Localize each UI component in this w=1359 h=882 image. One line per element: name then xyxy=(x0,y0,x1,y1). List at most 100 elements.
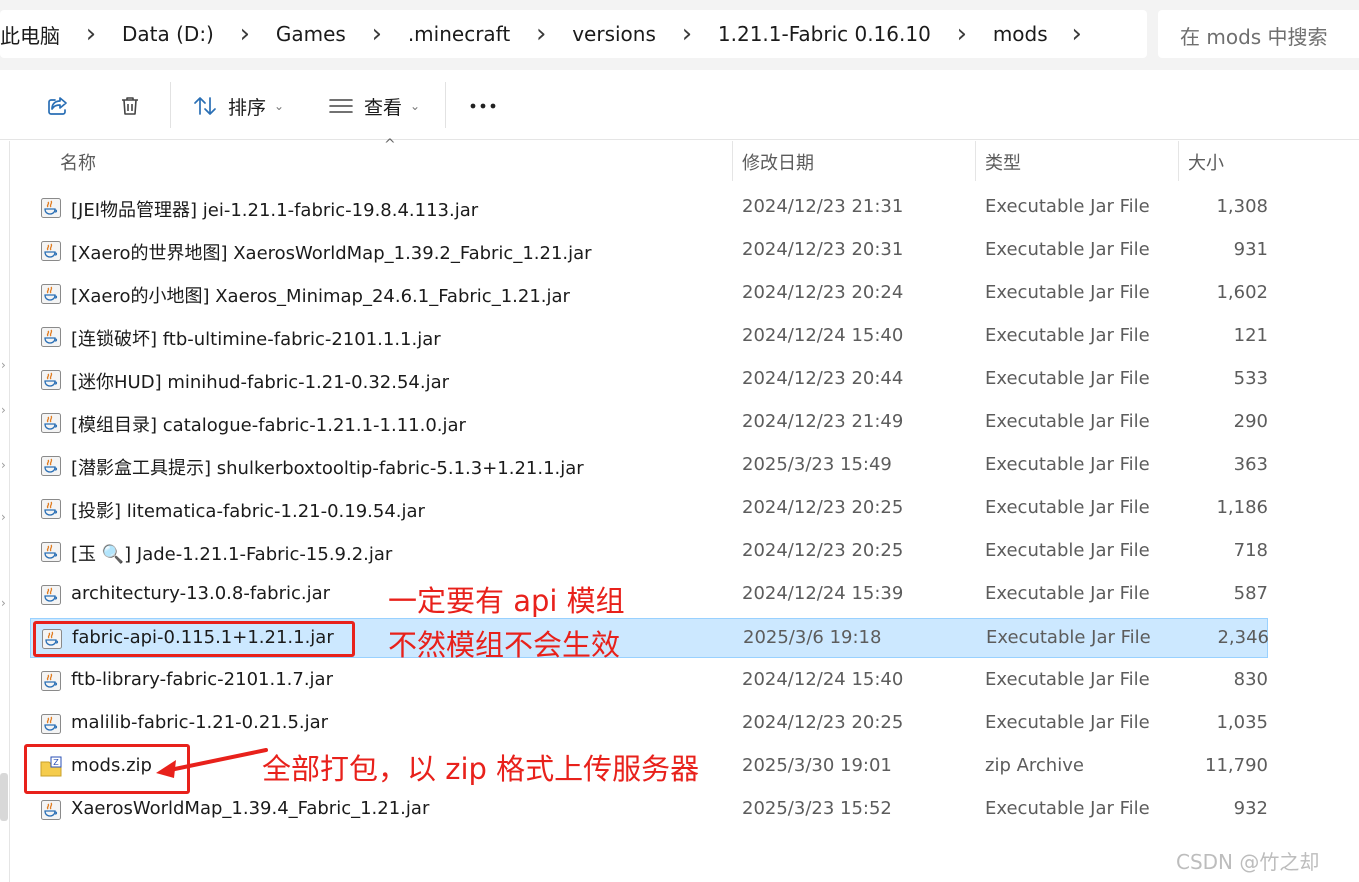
file-date: 2025/3/23 15:49 xyxy=(742,454,892,475)
column-header-name[interactable]: 名称 xyxy=(60,149,96,175)
jar-file-icon xyxy=(40,541,62,563)
file-name: [迷你HUD] minihud-fabric-1.21-0.32.54.jar xyxy=(71,372,450,393)
view-icon xyxy=(329,99,353,113)
column-divider[interactable] xyxy=(732,141,733,181)
file-type: Executable Jar File xyxy=(985,368,1150,389)
file-type: Executable Jar File xyxy=(985,669,1150,690)
file-row[interactable]: [Xaero的世界地图] XaerosWorldMap_1.39.2_Fabri… xyxy=(30,231,1268,271)
file-row[interactable]: [玉 🔍] Jade-1.21.1-Fabric-15.9.2.jar 2024/… xyxy=(30,532,1268,572)
arrow-icon xyxy=(156,748,268,778)
pane-marker: › xyxy=(1,358,6,372)
file-size: 533 xyxy=(1233,368,1268,389)
jar-file-icon xyxy=(40,799,62,821)
jar-file-icon xyxy=(40,670,62,692)
file-size: 2,346 xyxy=(1217,627,1269,648)
delete-button[interactable] xyxy=(110,86,150,126)
file-type: Executable Jar File xyxy=(985,196,1150,217)
jar-file-icon xyxy=(40,498,62,520)
file-name: [投影] litematica-fabric-1.21-0.19.54.jar xyxy=(71,501,425,522)
navigation-bar: 此电脑 › Data (D:) › Games › .minecraft › versions ›… xyxy=(0,0,1359,70)
share-button[interactable] xyxy=(38,86,78,126)
chevron-down-icon: ⌄ xyxy=(274,99,285,113)
file-size: 363 xyxy=(1233,454,1268,475)
file-name: [模组目录] catalogue-fabric-1.21.1-1.11.0.ja… xyxy=(71,415,466,436)
file-size: 931 xyxy=(1233,239,1268,260)
file-size: 121 xyxy=(1233,325,1268,346)
file-row[interactable]: [Xaero的小地图] Xaeros_Minimap_24.6.1_Fabric… xyxy=(30,274,1268,314)
sort-icon xyxy=(194,97,216,115)
file-size: 1,602 xyxy=(1216,282,1268,303)
breadcrumb-item[interactable]: mods xyxy=(993,22,1048,46)
sort-button[interactable]: 排序 ⌄ xyxy=(192,86,302,126)
file-name: ftb-library-fabric-2101.1.7.jar xyxy=(71,669,333,690)
chevron-right-icon[interactable]: › xyxy=(1048,19,1106,49)
jar-file-icon xyxy=(40,240,62,262)
file-name: [Xaero的小地图] Xaeros_Minimap_24.6.1_Fabric… xyxy=(71,286,570,307)
toolbar-divider xyxy=(445,82,446,128)
file-type: Executable Jar File xyxy=(985,583,1150,604)
file-date: 2024/12/23 20:31 xyxy=(742,239,904,260)
column-header-date[interactable]: 修改日期 xyxy=(742,149,814,175)
chevron-right-icon[interactable]: › xyxy=(214,19,276,49)
file-size: 1,035 xyxy=(1216,712,1268,733)
file-type: Executable Jar File xyxy=(985,282,1150,303)
jar-file-icon xyxy=(40,455,62,477)
file-row[interactable]: XaerosWorldMap_1.39.4_Fabric_1.21.jar 202… xyxy=(30,790,1268,830)
file-date: 2024/12/24 15:40 xyxy=(742,325,904,346)
jar-file-icon xyxy=(40,584,62,606)
file-date: 2024/12/24 15:39 xyxy=(742,583,904,604)
chevron-right-icon[interactable]: › xyxy=(510,19,572,49)
chevron-down-icon: ⌄ xyxy=(410,99,421,113)
file-date: 2024/12/23 20:44 xyxy=(742,368,904,389)
file-row[interactable]: [迷你HUD] minihud-fabric-1.21-0.32.54.jar 2… xyxy=(30,360,1268,400)
file-type: Executable Jar File xyxy=(985,239,1150,260)
file-date: 2024/12/23 21:49 xyxy=(742,411,904,432)
column-header-size[interactable]: 大小 xyxy=(1188,149,1224,175)
file-date: 2025/3/30 19:01 xyxy=(742,755,892,776)
file-row[interactable]: [JEI物品管理器] jei-1.21.1-fabric-19.8.4.113.… xyxy=(30,188,1268,228)
file-date: 2024/12/24 15:40 xyxy=(742,669,904,690)
view-button[interactable]: 查看 ⌄ xyxy=(328,86,438,126)
file-row[interactable]: ftb-library-fabric-2101.1.7.jar 2024/12/2… xyxy=(30,661,1268,701)
file-type: Executable Jar File xyxy=(985,712,1150,733)
file-row[interactable]: malilib-fabric-1.21-0.21.5.jar 2024/12/23… xyxy=(30,704,1268,744)
file-date: 2024/12/23 20:25 xyxy=(742,712,904,733)
file-type: zip Archive xyxy=(985,755,1084,776)
column-divider[interactable] xyxy=(975,141,976,181)
trash-icon xyxy=(122,97,138,115)
file-row[interactable]: [潜影盒工具提示] shulkerboxtooltip-fabric-5.1.3… xyxy=(30,446,1268,486)
chevron-right-icon[interactable]: › xyxy=(346,19,408,49)
file-row[interactable]: [连锁破坏] ftb-ultimine-fabric-2101.1.1.jar 2… xyxy=(30,317,1268,357)
breadcrumb-item[interactable]: 1.21.1-Fabric 0.16.10 xyxy=(718,22,931,46)
breadcrumb[interactable]: 此电脑 › Data (D:) › Games › .minecraft › versions ›… xyxy=(0,10,1147,58)
watermark: CSDN @竹之却 xyxy=(1176,850,1320,874)
chevron-right-icon[interactable]: › xyxy=(656,19,718,49)
file-size: 830 xyxy=(1233,669,1268,690)
file-type: Executable Jar File xyxy=(985,454,1150,475)
file-size: 1,186 xyxy=(1216,497,1268,518)
file-name: [潜影盒工具提示] shulkerboxtooltip-fabric-5.1.3… xyxy=(71,458,584,479)
jar-file-icon xyxy=(40,412,62,434)
breadcrumb-item[interactable]: versions xyxy=(572,22,656,46)
more-options-button[interactable] xyxy=(466,86,500,126)
breadcrumb-item[interactable]: 此电脑 xyxy=(0,20,60,49)
column-header-type[interactable]: 类型 xyxy=(985,149,1021,175)
jar-file-icon xyxy=(40,326,62,348)
sort-label: 排序 xyxy=(228,96,267,119)
pane-marker: › xyxy=(1,403,6,417)
chevron-right-icon[interactable]: › xyxy=(931,19,993,49)
column-divider[interactable] xyxy=(1178,141,1179,181)
file-row[interactable]: [投影] litematica-fabric-1.21-0.19.54.jar 2… xyxy=(30,489,1268,529)
file-row[interactable]: [模组目录] catalogue-fabric-1.21.1-1.11.0.ja… xyxy=(30,403,1268,443)
annotation-api-effect: 不然模组不会生效 xyxy=(388,628,621,662)
breadcrumb-item[interactable]: .minecraft xyxy=(408,22,510,46)
search-input[interactable]: 在 mods 中搜索 xyxy=(1158,10,1359,58)
file-size: 718 xyxy=(1233,540,1268,561)
pane-scrollbar[interactable] xyxy=(0,773,8,821)
file-row[interactable]: architectury-13.0.8-fabric.jar 2024/12/24… xyxy=(30,575,1268,615)
file-name: malilib-fabric-1.21-0.21.5.jar xyxy=(71,712,329,733)
chevron-right-icon[interactable]: › xyxy=(60,19,122,49)
breadcrumb-item[interactable]: Games xyxy=(276,22,346,46)
toolbar-divider xyxy=(170,82,171,128)
breadcrumb-item[interactable]: Data (D:) xyxy=(122,22,214,46)
